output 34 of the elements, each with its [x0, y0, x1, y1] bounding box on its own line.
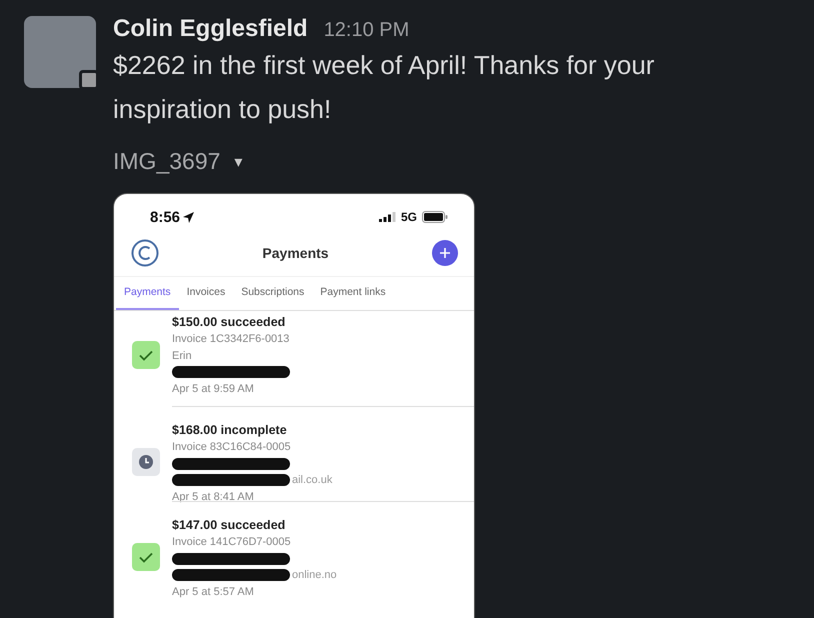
checkmark-icon — [132, 341, 160, 369]
email-fragment: ail.co.uk — [292, 474, 332, 486]
tab[interactable]: Payments — [116, 277, 179, 310]
signal-bars-icon — [378, 212, 396, 222]
tab[interactable]: Subscriptions — [233, 277, 312, 310]
payment-amount-status[interactable]: $147.00 succeeded — [172, 517, 474, 534]
payment-amount-status[interactable]: $168.00 incomplete — [172, 422, 474, 439]
payment-amount-status[interactable]: $150.00 succeeded — [172, 314, 474, 331]
checkmark-icon — [132, 543, 160, 571]
screen-title: Payments — [262, 245, 329, 261]
clock-icon — [132, 448, 160, 476]
tab[interactable]: Payment links — [312, 277, 394, 310]
plus-button-icon[interactable] — [432, 240, 458, 266]
letter-c-logo-icon[interactable] — [131, 239, 159, 267]
caret-icon[interactable]: ▾ — [234, 152, 242, 170]
invoice-number: Invoice 141C76D7-0005 — [172, 535, 292, 550]
network-type: 5G — [400, 210, 417, 224]
attachment-file-name[interactable]: IMG_3697 — [113, 148, 220, 174]
tab[interactable]: Invoices — [178, 277, 234, 310]
phone-screenshot[interactable] — [113, 193, 475, 618]
battery-icon — [422, 211, 448, 223]
invoice-number: Invoice 83C16C84-0005 — [172, 440, 292, 455]
author-name[interactable]: Colin Egglesfield — [113, 15, 308, 43]
payment-date: Apr 5 at 9:59 AM — [172, 382, 255, 396]
message-text: $2262 in the first week of April! Thanks for your inspiration to push! — [113, 49, 656, 126]
email-fragment: online.no — [292, 569, 337, 582]
clock-time: 8:56 — [150, 208, 180, 226]
avatar-photo-placeholder[interactable] — [24, 16, 96, 88]
payment-date: Apr 5 at 8:41 AM — [172, 490, 255, 504]
message-time[interactable]: 12:10 PM — [324, 19, 410, 42]
location-arrow-icon — [183, 212, 194, 222]
customer-name: Erin — [172, 348, 193, 364]
invoice-number: Invoice 1C3342F6-0013 — [172, 332, 290, 347]
payment-date: Apr 5 at 5:57 AM — [172, 584, 255, 600]
